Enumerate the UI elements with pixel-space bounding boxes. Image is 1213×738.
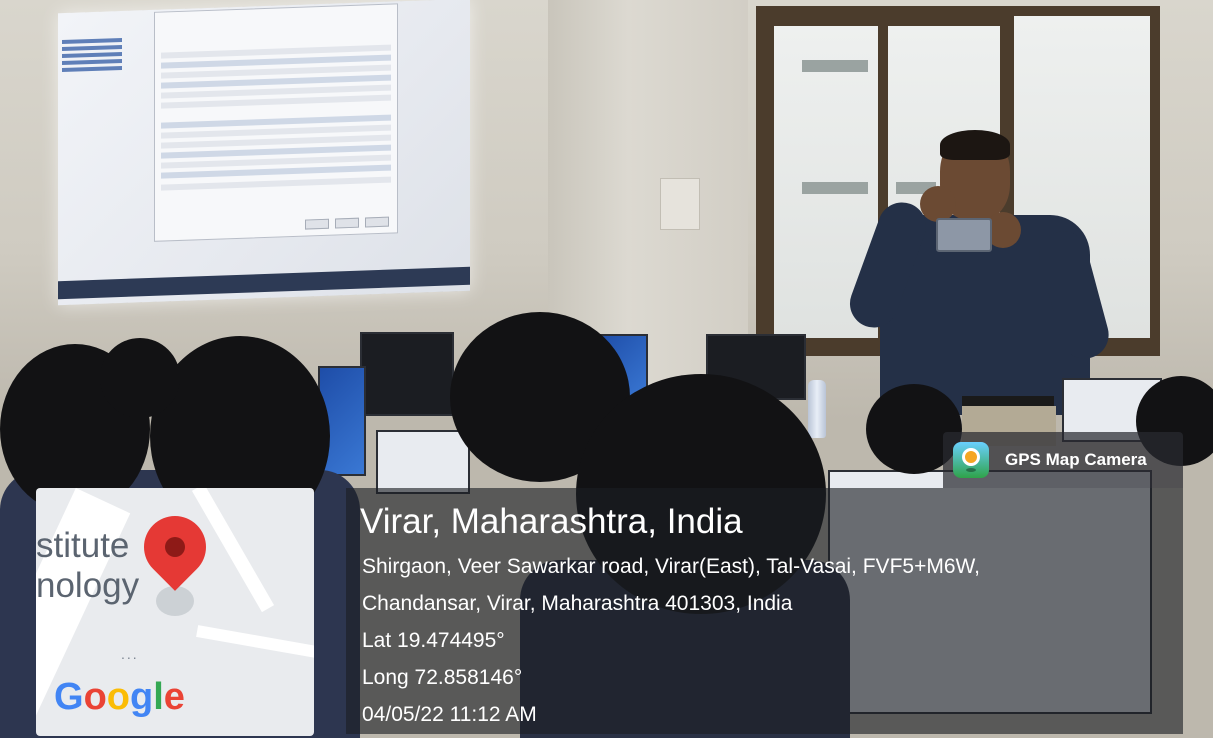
map-place-label: nology [36,566,140,605]
projected-side-panel [62,34,148,197]
monitor [376,430,470,494]
google-logo-letter: G [54,676,84,718]
latitude: Lat 19.474495° [362,629,505,652]
projected-button [335,217,359,229]
google-logo-letter: g [130,676,154,718]
instructor-hair [940,130,1010,160]
map-more-dots: ... [121,646,139,662]
wall-switch-panel [660,178,700,230]
projected-link [62,44,123,52]
projected-button [365,216,389,228]
building-window [802,182,868,194]
building-window [802,60,868,72]
projected-button [305,218,329,230]
google-logo-letter: e [163,676,185,718]
google-logo: Google [54,676,185,719]
address-line-1: Shirgaon, Veer Sawarkar road, Virar(East… [362,555,981,578]
date-time: 04/05/22 11:12 AM [362,703,537,726]
projected-link [62,37,123,45]
student-head [100,338,180,418]
projected-link [62,65,123,73]
google-logo-letter: o [83,676,107,718]
map-thumbnail: stitute nology ... Google [36,488,314,736]
water-bottle [808,380,826,438]
location-title: Virar, Maharashtra, India [360,502,743,541]
google-logo-letter: l [153,676,164,718]
gps-badge-label: GPS Map Camera [1005,450,1147,469]
map-place-label: stitute [36,526,130,565]
google-logo-letter: o [106,676,130,718]
map-pin-center [165,537,185,557]
monitor [360,332,454,416]
projected-row [161,176,391,191]
gps-map-camera-app-icon [953,442,989,478]
circuit-board [936,218,992,252]
projected-screen [58,0,470,306]
projected-dialog [154,3,398,242]
longitude: Long 72.858146° [362,666,523,689]
gps-map-camera-badge: GPS Map Camera [943,432,1183,488]
address-line-2: Chandansar, Virar, Maharashtra 401303, I… [362,592,793,615]
projected-link [62,58,123,66]
projected-link [62,51,123,59]
instructor-hand [920,186,956,222]
map-road [196,625,314,663]
